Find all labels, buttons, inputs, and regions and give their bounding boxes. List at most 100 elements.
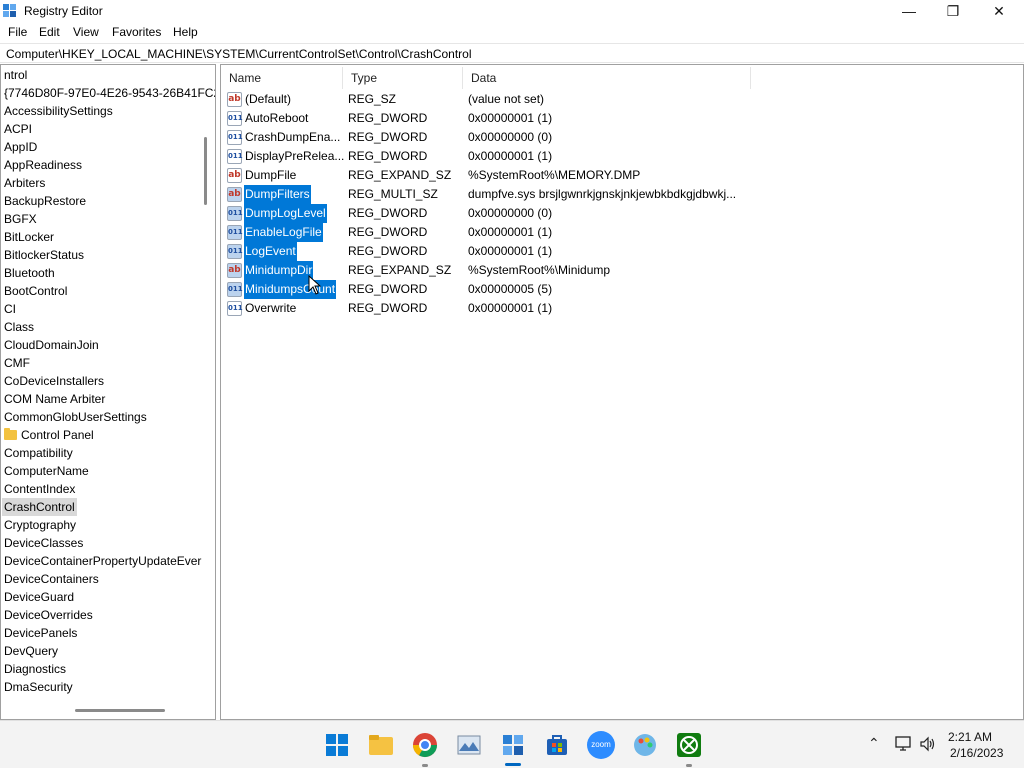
tree-item[interactable]: COM Name Arbiter bbox=[4, 390, 105, 408]
value-row[interactable]: 011 EnableLogFile REG_DWORD 0x00000001 (1) bbox=[221, 223, 1021, 242]
tree-item[interactable]: BitLocker bbox=[4, 228, 54, 246]
tree-item[interactable]: {7746D80F-97E0-4E26-9543-26B41FC2 bbox=[4, 84, 215, 102]
tree-item[interactable]: DmaSecurity bbox=[4, 678, 73, 696]
tree-item[interactable]: AppID bbox=[4, 138, 37, 156]
tree-item-label: AccessibilitySettings bbox=[4, 104, 113, 118]
value-row[interactable]: 011 AutoReboot REG_DWORD 0x00000001 (1) bbox=[221, 109, 1021, 128]
value-row[interactable]: 011 DumpLogLevel REG_DWORD 0x00000000 (0) bbox=[221, 204, 1021, 223]
value-data: 0x00000001 (1) bbox=[468, 244, 553, 258]
tree-item[interactable]: CommonGlobUserSettings bbox=[4, 408, 147, 426]
value-row[interactable]: 011 LogEvent REG_DWORD 0x00000001 (1) bbox=[221, 242, 1021, 261]
tree-item-label: BitLocker bbox=[4, 230, 55, 244]
column-header-data[interactable]: Data bbox=[463, 67, 751, 89]
tree-item[interactable]: BGFX bbox=[4, 210, 37, 228]
column-header-name[interactable]: Name bbox=[221, 67, 343, 89]
chevron-up-icon[interactable]: ⌃ bbox=[868, 735, 880, 752]
address-path[interactable]: Computer\HKEY_LOCAL_MACHINE\SYSTEM\Curre… bbox=[6, 47, 472, 61]
tree-item[interactable]: DeviceGuard bbox=[4, 588, 74, 606]
binary-value-icon: 011 bbox=[227, 206, 243, 221]
tree-item[interactable]: Diagnostics bbox=[4, 660, 66, 678]
store-icon[interactable] bbox=[543, 731, 571, 759]
value-row[interactable]: 011 DisplayPreRelea... REG_DWORD 0x00000001… bbox=[221, 147, 1021, 166]
value-row[interactable]: ab DumpFilters REG_MULTI_SZ dumpfve.sys brs… bbox=[221, 185, 1021, 204]
close-button[interactable]: ✕ bbox=[976, 0, 1022, 22]
value-row[interactable]: ab DumpFile REG_EXPAND_SZ %SystemRoot%\MEMO… bbox=[221, 166, 1021, 185]
tree-item[interactable]: Compatibility bbox=[4, 444, 73, 462]
tree-item[interactable]: DeviceOverrides bbox=[4, 606, 93, 624]
value-type: REG_DWORD bbox=[348, 244, 428, 258]
value-name: MinidumpDir bbox=[244, 261, 314, 280]
key-tree[interactable]: ntrol {7746D80F-97E0-4E26-9543-26B41FC2 Ac… bbox=[0, 64, 216, 720]
tree-item[interactable]: AccessibilitySettings bbox=[4, 102, 113, 120]
minimize-button[interactable]: — bbox=[886, 0, 932, 22]
tree-item-label: AppReadiness bbox=[4, 158, 83, 172]
column-header-type[interactable]: Type bbox=[343, 67, 463, 89]
tree-item[interactable]: CloudDomainJoin bbox=[4, 336, 99, 354]
menu-file[interactable]: File bbox=[8, 25, 27, 39]
tree-item[interactable]: DeviceContainers bbox=[4, 570, 99, 588]
clock-time[interactable]: 2:21 AM bbox=[948, 730, 992, 744]
value-row[interactable]: ab MinidumpDir REG_EXPAND_SZ %SystemRoot%\M… bbox=[221, 261, 1021, 280]
chrome-icon[interactable] bbox=[411, 731, 439, 759]
menu-help[interactable]: Help bbox=[173, 25, 198, 39]
photos-icon[interactable] bbox=[455, 731, 483, 759]
tree-item-label: Diagnostics bbox=[4, 662, 67, 676]
start-icon[interactable] bbox=[323, 731, 351, 759]
address-bar[interactable]: Computer\HKEY_LOCAL_MACHINE\SYSTEM\Curre… bbox=[0, 43, 1024, 63]
value-row[interactable]: 011 MinidumpsCount REG_DWORD 0x00000005 (5) bbox=[221, 280, 1021, 299]
value-row[interactable]: 011 Overwrite REG_DWORD 0x00000001 (1) bbox=[221, 299, 1021, 318]
menu-favorites[interactable]: Favorites bbox=[112, 25, 161, 39]
value-name: (Default) bbox=[245, 92, 292, 106]
tree-item[interactable]: BackupRestore bbox=[4, 192, 86, 210]
values-list[interactable]: Name Type Data ab (Default) REG_SZ (value n… bbox=[220, 64, 1024, 720]
value-row[interactable]: 011 CrashDumpEna... REG_DWORD 0x00000000 (0… bbox=[221, 128, 1021, 147]
menu-view[interactable]: View bbox=[73, 25, 99, 39]
tree-item[interactable]: DevQuery bbox=[4, 642, 58, 660]
tree-item[interactable]: AppReadiness bbox=[4, 156, 82, 174]
tree-item[interactable]: DevicePanels bbox=[4, 624, 77, 642]
tree-item[interactable]: Cryptography bbox=[4, 516, 76, 534]
tree-item[interactable]: ContentIndex bbox=[4, 480, 75, 498]
clock-date[interactable]: 2/16/2023 bbox=[950, 746, 1003, 760]
paint-icon[interactable] bbox=[631, 731, 659, 759]
value-data: 0x00000000 (0) bbox=[468, 206, 553, 220]
tree-item[interactable]: ACPI bbox=[4, 120, 32, 138]
value-data: 0x00000000 (0) bbox=[468, 130, 553, 144]
value-name: DumpFile bbox=[245, 168, 297, 182]
menu-edit[interactable]: Edit bbox=[39, 25, 60, 39]
file-explorer-icon[interactable] bbox=[367, 731, 395, 759]
tree-item[interactable]: Bluetooth bbox=[4, 264, 55, 282]
tree-item[interactable]: CMF bbox=[4, 354, 30, 372]
tree-item[interactable]: BootControl bbox=[4, 282, 67, 300]
network-icon[interactable] bbox=[895, 736, 913, 752]
tree-vertical-scrollbar[interactable] bbox=[204, 137, 207, 205]
tree-item-label: Control Panel bbox=[21, 428, 94, 442]
tree-item-label: BitlockerStatus bbox=[4, 248, 85, 262]
tree-item-label: DevQuery bbox=[4, 644, 59, 658]
tree-item[interactable]: ntrol bbox=[4, 66, 27, 84]
restore-button[interactable]: ❐ bbox=[930, 0, 976, 22]
tree-item[interactable]: DeviceClasses bbox=[4, 534, 83, 552]
tree-horizontal-scrollbar[interactable] bbox=[75, 709, 165, 712]
value-name: LogEvent bbox=[244, 242, 297, 261]
tree-item[interactable]: CrashControl bbox=[2, 498, 77, 516]
chrome-running-indicator bbox=[422, 764, 428, 767]
tree-item[interactable]: BitlockerStatus bbox=[4, 246, 84, 264]
value-type: REG_DWORD bbox=[348, 149, 428, 163]
zoom-icon[interactable]: zoom bbox=[587, 731, 615, 759]
value-row[interactable]: ab (Default) REG_SZ (value not set) bbox=[221, 90, 1021, 109]
menu-bar: File Edit View Favorites Help bbox=[0, 22, 1024, 43]
tree-item[interactable]: Class bbox=[4, 318, 34, 336]
tree-item-label: COM Name Arbiter bbox=[4, 392, 106, 406]
tree-item[interactable]: CI bbox=[4, 300, 16, 318]
tree-item-label: CoDeviceInstallers bbox=[4, 374, 105, 388]
registry-editor-icon[interactable] bbox=[499, 731, 527, 759]
value-type: REG_MULTI_SZ bbox=[348, 187, 438, 201]
volume-icon[interactable] bbox=[919, 736, 937, 752]
tree-item[interactable]: DeviceContainerPropertyUpdateEver bbox=[4, 552, 201, 570]
tree-item[interactable]: Arbiters bbox=[4, 174, 45, 192]
xbox-icon[interactable] bbox=[675, 731, 703, 759]
tree-item[interactable]: CoDeviceInstallers bbox=[4, 372, 104, 390]
tree-item[interactable]: Control Panel bbox=[4, 426, 94, 444]
tree-item[interactable]: ComputerName bbox=[4, 462, 89, 480]
